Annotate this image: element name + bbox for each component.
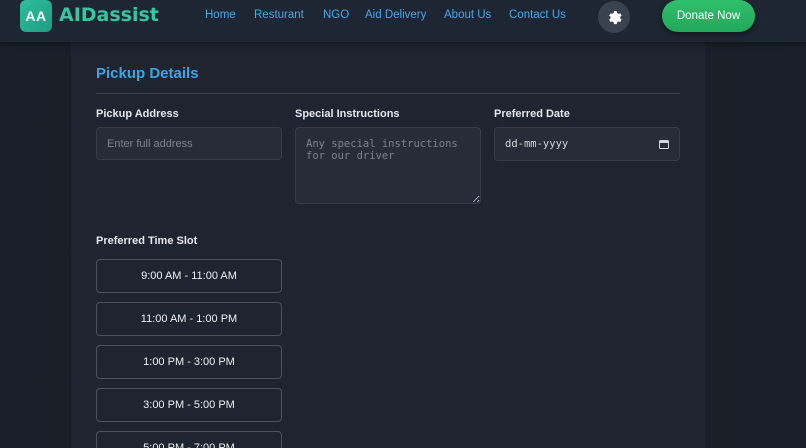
time-slot-option[interactable]: 5:00 PM - 7:00 PM bbox=[96, 431, 282, 448]
calendar-icon[interactable] bbox=[659, 139, 669, 149]
gear-icon bbox=[609, 11, 622, 25]
date-value: dd-mm-yyyy bbox=[505, 138, 569, 150]
time-slot-option[interactable]: 9:00 AM - 11:00 AM bbox=[96, 259, 282, 293]
pickup-address-label: Pickup Address bbox=[96, 108, 179, 120]
special-instructions-label: Special Instructions bbox=[295, 108, 400, 120]
time-slot-option[interactable]: 11:00 AM - 1:00 PM bbox=[96, 302, 282, 336]
time-slot-option[interactable]: 3:00 PM - 5:00 PM bbox=[96, 388, 282, 422]
time-slot-option[interactable]: 1:00 PM - 3:00 PM bbox=[96, 345, 282, 379]
nav-link-contact-us[interactable]: Contact Us bbox=[509, 9, 566, 21]
preferred-date-label: Preferred Date bbox=[494, 108, 570, 120]
theme-toggle-button[interactable] bbox=[598, 1, 630, 33]
section-title: Pickup Details bbox=[96, 65, 199, 82]
donate-now-button[interactable]: Donate Now bbox=[662, 0, 755, 32]
navbar: AA AIDassist Home Resturant NGO Aid Deli… bbox=[0, 0, 806, 42]
nav-link-home[interactable]: Home bbox=[205, 9, 236, 21]
logo-badge[interactable]: AA bbox=[20, 0, 52, 32]
special-instructions-textarea[interactable] bbox=[295, 127, 481, 204]
preferred-date-input[interactable]: dd-mm-yyyy bbox=[494, 127, 680, 161]
time-slot-label: Preferred Time Slot bbox=[96, 235, 198, 247]
section-divider bbox=[96, 93, 680, 94]
logo-text[interactable]: AIDassist bbox=[59, 4, 159, 26]
nav-link-aid-delivery[interactable]: Aid Delivery bbox=[365, 9, 426, 21]
nav-link-resturant[interactable]: Resturant bbox=[254, 9, 304, 21]
nav-link-about-us[interactable]: About Us bbox=[444, 9, 491, 21]
nav-link-ngo[interactable]: NGO bbox=[323, 9, 349, 21]
pickup-address-input[interactable] bbox=[96, 127, 282, 160]
